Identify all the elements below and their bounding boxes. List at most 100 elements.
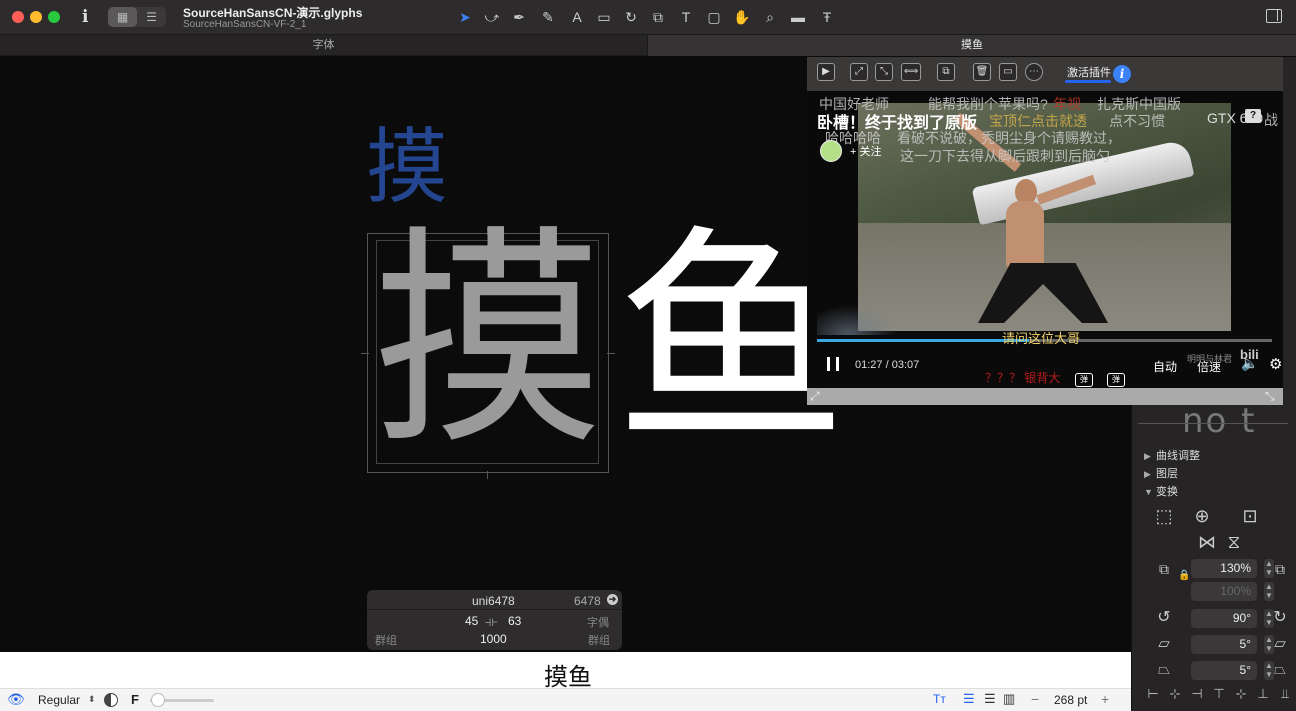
font-icon[interactable]: F (131, 692, 139, 707)
more-icon[interactable]: ⋯ (1025, 63, 1043, 81)
select-tool-icon[interactable]: ➤ (455, 8, 475, 26)
zoom-window-button[interactable] (48, 11, 60, 23)
skew-down-icon[interactable]: ⏢ (1151, 658, 1177, 682)
fit-width-icon[interactable]: ⟺ (901, 63, 921, 81)
left-group-label[interactable]: 群组 (375, 632, 397, 648)
follow-button[interactable]: + 关注 (850, 143, 881, 159)
rectangle-tool-icon[interactable]: ▭ (594, 8, 614, 26)
slant-field[interactable]: 5° (1191, 635, 1257, 654)
resize-corner-icon[interactable]: ⤢ (810, 389, 820, 404)
scale-y-stepper[interactable]: ▲ ▼ (1264, 582, 1274, 601)
slant-right-icon[interactable]: ▱ (1267, 632, 1293, 656)
rotate-tool-icon[interactable]: ↻ (621, 8, 641, 26)
decrease-size-button[interactable]: − (1031, 691, 1039, 707)
expand-icon[interactable]: ⤢ (850, 63, 868, 81)
right-sidebearing-field[interactable]: 63 (508, 614, 521, 628)
pencil-tool-icon[interactable]: ✎ (538, 8, 558, 26)
info-icon[interactable]: i (82, 7, 88, 27)
point-size-field[interactable]: 268 pt (1054, 693, 1087, 707)
chevron-updown-icon[interactable]: ⬍ (88, 694, 96, 705)
section-layers[interactable]: ▶ 图层 (1144, 465, 1178, 481)
eye-icon[interactable]: 👁 (7, 691, 25, 708)
text-tool-icon[interactable]: T (676, 8, 696, 26)
list-view-icon[interactable]: ☰ (137, 7, 166, 27)
metrics-link-icon[interactable]: ⟛ (485, 613, 498, 630)
scale-x-field[interactable]: 130% (1191, 559, 1257, 578)
select-all-layers-tool-icon[interactable]: ⤻ (482, 8, 502, 26)
video-resize-bar[interactable] (807, 388, 1283, 405)
scale-down-icon[interactable]: ⧉ (1151, 557, 1177, 581)
tab-font[interactable]: 字体 (0, 35, 648, 56)
master-select[interactable]: Regular (38, 693, 80, 707)
text-settings-icon[interactable]: Tт (933, 692, 946, 706)
go-to-glyph-icon[interactable]: ➜ (607, 594, 618, 605)
hand-tool-icon[interactable]: ✋ (732, 8, 752, 26)
align-h-center-icon[interactable]: ⊹ (1166, 685, 1184, 703)
left-sidebearing-field[interactable]: 45 (465, 614, 478, 628)
scale-tool-icon[interactable]: ⧉ (648, 8, 668, 26)
align-left-edge-icon[interactable]: ⊢ (1144, 685, 1162, 703)
pause-icon[interactable] (827, 357, 839, 371)
skew-up-icon[interactable]: ⏢ (1267, 658, 1293, 682)
align-v-center-icon[interactable]: ⊹ (1232, 685, 1250, 703)
width-field[interactable]: 1000 (480, 632, 507, 646)
rotate-cw-icon[interactable]: ↻ (1267, 606, 1293, 630)
picture-in-picture-icon[interactable]: ⧉ (937, 63, 955, 81)
align-right-icon[interactable]: ☰ (984, 691, 996, 707)
rotate-field[interactable]: 90° (1191, 609, 1257, 628)
unicode-field[interactable]: 6478 (574, 594, 601, 608)
quality-button[interactable]: 自动 (1153, 358, 1177, 375)
align-justify-icon[interactable]: ▥ (1003, 691, 1015, 707)
divider (367, 609, 622, 610)
activate-plugin-link[interactable]: 激活插件 (1067, 64, 1111, 80)
lock-icon[interactable]: 🔒 (1178, 570, 1190, 581)
glyph-name-field[interactable]: uni6478 (472, 594, 515, 608)
close-window-button[interactable] (12, 11, 24, 23)
flip-horizontal-icon[interactable]: ⋈ (1194, 530, 1220, 554)
volume-icon[interactable]: 🔈 (1241, 355, 1258, 372)
draw-tool-icon[interactable]: ✒ (509, 8, 529, 26)
danmaku-toggle-icon[interactable]: 弹 (1075, 373, 1093, 387)
floating-video-player[interactable]: ▶ ⤢ ⤡ ⟺ ⧉ 🗑 ▭ ⋯ 激活插件 i 中国好老师 能帮我削个苹果吗? 年… (807, 57, 1283, 405)
help-icon[interactable]: ? (1245, 109, 1261, 123)
increase-size-button[interactable]: + (1101, 691, 1109, 707)
scale-up-icon[interactable]: ⧉ (1267, 557, 1293, 581)
resize-corner-icon[interactable]: ⤡ (1265, 389, 1275, 404)
trash-icon[interactable]: 🗑 (973, 63, 991, 81)
section-transform[interactable]: ▼ 变换 (1144, 483, 1178, 499)
skew-field[interactable]: 5° (1191, 661, 1257, 680)
kern-tool-icon[interactable]: Ŧ (817, 8, 837, 26)
comment-tool-icon[interactable]: ▢ (704, 8, 724, 26)
tab-edit-text[interactable]: 摸鱼 (648, 35, 1296, 56)
invert-contrast-icon[interactable] (104, 693, 118, 707)
align-right-edge-icon[interactable]: ⊣ (1188, 685, 1206, 703)
minimize-window-button[interactable] (30, 11, 42, 23)
folder-icon[interactable]: ▭ (999, 63, 1017, 81)
align-top-edge-icon[interactable]: ⊤ (1210, 685, 1228, 703)
distribute-icon[interactable]: ⫫ (1276, 685, 1294, 703)
preview-slider-knob[interactable] (151, 693, 165, 707)
align-left-icon[interactable]: ☰ (963, 691, 975, 707)
transform-origin-center-icon[interactable]: ⊕ (1189, 504, 1215, 528)
play-icon[interactable]: ▶ (817, 63, 835, 81)
align-bottom-edge-icon[interactable]: ⊥ (1254, 685, 1272, 703)
right-group-label[interactable]: 群组 (588, 632, 610, 648)
uploader-avatar[interactable] (820, 140, 842, 162)
settings-gear-icon[interactable]: ⚙ (1269, 355, 1282, 373)
zoom-tool-icon[interactable]: ⌕ (760, 8, 780, 26)
active-glyph-outline[interactable]: 摸 (372, 225, 604, 457)
transform-origin-bbox-icon[interactable]: ⬚ (1151, 504, 1177, 528)
sidebar-toggle-icon[interactable] (1266, 9, 1282, 23)
measure-tool-icon[interactable]: ▬ (788, 8, 808, 26)
flip-vertical-icon[interactable]: ⧖ (1221, 530, 1247, 554)
rotate-ccw-icon[interactable]: ↺ (1151, 606, 1177, 630)
scale-y-field[interactable]: 100% (1191, 582, 1257, 601)
transform-origin-point-icon[interactable]: ⊡ (1237, 504, 1263, 528)
grid-view-icon[interactable]: ▦ (108, 7, 137, 27)
danmaku-settings-icon[interactable]: 弹 (1107, 373, 1125, 387)
annotate-tool-icon[interactable]: A (567, 8, 587, 26)
shrink-icon[interactable]: ⤡ (875, 63, 893, 81)
section-curve-adjust[interactable]: ▶ 曲线调整 (1144, 447, 1200, 463)
info-icon[interactable]: i (1113, 65, 1131, 83)
slant-left-icon[interactable]: ▱ (1151, 632, 1177, 656)
